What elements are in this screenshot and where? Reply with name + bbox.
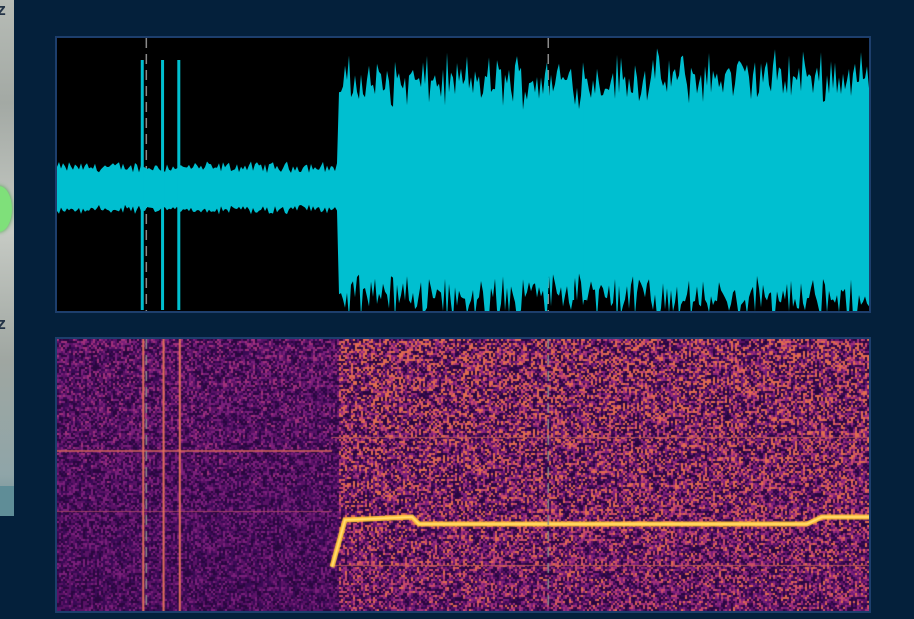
waveform-spike bbox=[571, 100, 575, 300]
spectrogram-plot bbox=[57, 339, 869, 611]
waveform-spike bbox=[583, 100, 587, 300]
waveform-spike bbox=[161, 60, 165, 310]
spectrogram-panel[interactable] bbox=[55, 337, 871, 613]
waveform-spike bbox=[177, 60, 181, 310]
waveform-panel[interactable] bbox=[55, 36, 871, 313]
waveform-spike bbox=[140, 60, 144, 310]
map-label-fragment: Z bbox=[0, 4, 6, 18]
map-water bbox=[0, 486, 14, 516]
waveform-plot bbox=[57, 38, 869, 311]
map-marker[interactable] bbox=[0, 186, 12, 232]
map-thumbnail[interactable]: Z Z bbox=[0, 0, 14, 516]
map-label-fragment: Z bbox=[0, 318, 6, 332]
